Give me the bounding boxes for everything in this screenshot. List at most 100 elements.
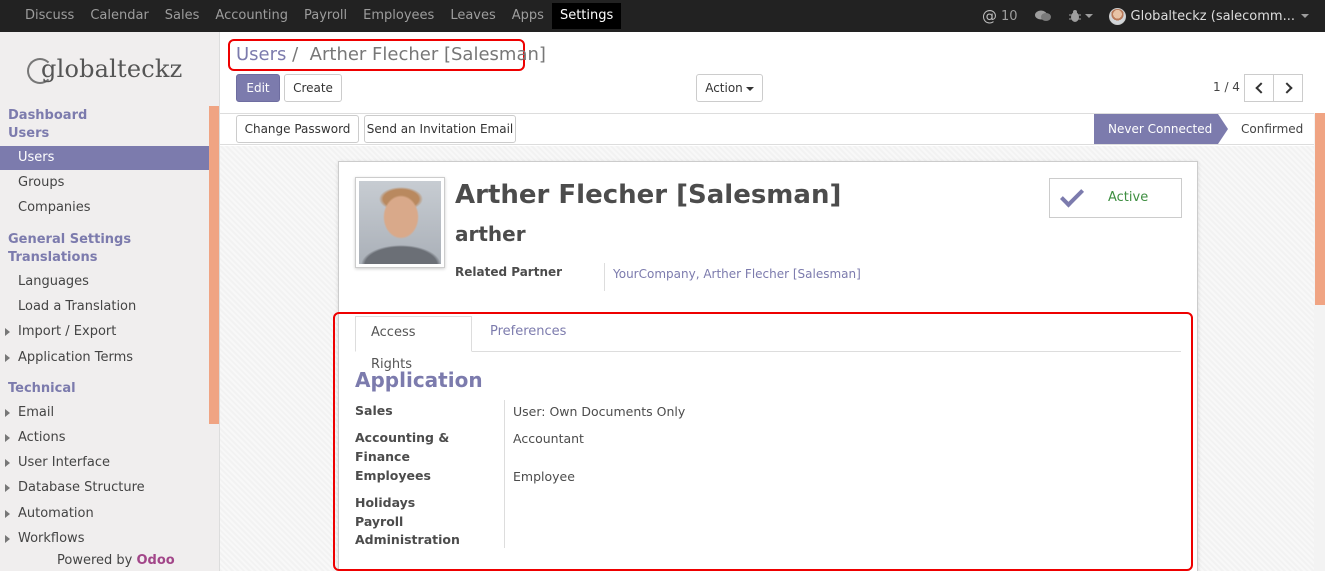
related-partner-label: Related Partner: [455, 265, 563, 279]
field-label-sales: Sales: [355, 403, 393, 418]
sidebar-item-actions[interactable]: Actions: [0, 426, 209, 450]
sidebar-item-load-translation[interactable]: Load a Translation: [0, 295, 209, 319]
sidebar-section-general-settings[interactable]: General Settings: [8, 232, 131, 247]
chevron-left-icon: [1255, 82, 1267, 94]
menu-employees[interactable]: Employees: [355, 0, 442, 32]
sidebar-item-label: Workflows: [18, 531, 85, 546]
caret-right-icon: [5, 510, 10, 518]
powered-by: Powered by Odoo: [57, 553, 175, 568]
field-value-sales[interactable]: User: Own Documents Only: [513, 404, 685, 419]
field-divider: [504, 400, 505, 548]
pager-previous-button[interactable]: [1244, 74, 1274, 102]
sidebar-item-label: Application Terms: [18, 350, 134, 365]
top-navbar: Discuss Calendar Sales Accounting Payrol…: [0, 0, 1325, 32]
breadcrumb-separator: /: [292, 44, 299, 65]
sidebar-item-label: Import / Export: [18, 324, 117, 339]
at-icon: @: [982, 7, 997, 25]
send-invitation-button[interactable]: Send an Invitation Email: [364, 115, 516, 143]
caret-right-icon: [5, 535, 10, 543]
messages-count: 10: [1001, 8, 1018, 24]
chat-icon: [1034, 10, 1051, 21]
sidebar: globalteckz Dashboard Users Users Groups…: [0, 32, 220, 571]
user-menu-button[interactable]: Globalteckz (salecomm...: [1108, 7, 1309, 25]
menu-discuss[interactable]: Discuss: [17, 0, 82, 32]
caret-right-icon: [5, 328, 10, 336]
sidebar-item-label: User Interface: [18, 455, 110, 470]
app-menu: Discuss Calendar Sales Accounting Payrol…: [17, 0, 622, 32]
menu-settings[interactable]: Settings: [551, 3, 622, 29]
section-title-application: Application: [355, 368, 483, 392]
user-login: arther: [455, 222, 526, 246]
change-password-button[interactable]: Change Password: [236, 115, 359, 143]
field-label-administration: Administration: [355, 532, 460, 547]
caret-right-icon: [5, 434, 10, 442]
sidebar-scrollbar[interactable]: [209, 106, 219, 424]
user-photo-image: [359, 181, 441, 264]
caret-right-icon: [5, 484, 10, 492]
pager-next-button[interactable]: [1273, 74, 1303, 102]
sidebar-item-database-structure[interactable]: Database Structure: [0, 476, 209, 500]
create-button[interactable]: Create: [284, 74, 342, 102]
check-icon: [1060, 183, 1085, 208]
debug-menu-button[interactable]: [1068, 9, 1093, 23]
sidebar-item-label: Languages: [18, 274, 89, 289]
field-label-employees: Employees: [355, 468, 431, 483]
edit-button[interactable]: Edit: [236, 74, 280, 102]
menu-calendar[interactable]: Calendar: [82, 0, 156, 32]
menu-accounting[interactable]: Accounting: [207, 0, 296, 32]
sidebar-item-companies[interactable]: Companies: [0, 196, 209, 220]
status-never-connected[interactable]: Never Connected: [1094, 114, 1228, 144]
tabs-highlight: [333, 312, 1193, 571]
company-logo[interactable]: globalteckz: [27, 52, 197, 92]
field-value-accounting[interactable]: Accountant: [513, 431, 584, 446]
sidebar-section-dashboard[interactable]: Dashboard: [8, 108, 87, 123]
user-photo[interactable]: [355, 177, 445, 268]
sidebar-item-workflows[interactable]: Workflows: [0, 527, 209, 551]
breadcrumb-users-link[interactable]: Users: [236, 44, 286, 65]
action-label: Action: [705, 81, 743, 95]
field-label-holidays: Holidays: [355, 495, 416, 510]
sidebar-item-groups[interactable]: Groups: [0, 171, 209, 195]
status-confirmed[interactable]: Confirmed: [1241, 114, 1303, 144]
odoo-link[interactable]: Odoo: [137, 553, 175, 568]
sidebar-item-user-interface[interactable]: User Interface: [0, 451, 209, 475]
field-value-employees[interactable]: Employee: [513, 469, 575, 484]
menu-payroll[interactable]: Payroll: [296, 0, 355, 32]
sidebar-item-label: Automation: [18, 506, 94, 521]
field-label-accounting: Accounting &: [355, 430, 450, 445]
sidebar-item-application-terms[interactable]: Application Terms: [0, 346, 209, 370]
user-label: Globalteckz (salecomm...: [1130, 8, 1295, 24]
messages-button[interactable]: @ 10: [982, 7, 1018, 25]
sidebar-item-automation[interactable]: Automation: [0, 502, 209, 526]
chevron-right-icon: [1281, 82, 1293, 94]
related-partner-link[interactable]: YourCompany, Arther Flecher [Salesman]: [613, 267, 861, 281]
action-dropdown[interactable]: Action: [696, 74, 763, 102]
sidebar-item-label: Load a Translation: [18, 299, 137, 314]
sidebar-section-translations[interactable]: Translations: [8, 250, 97, 265]
sidebar-item-label: Database Structure: [18, 480, 145, 495]
field-label-accounting-cont: Finance: [355, 449, 410, 464]
caret-right-icon: [5, 459, 10, 467]
logo-text: globalteckz: [41, 55, 183, 83]
sidebar-item-languages[interactable]: Languages: [0, 270, 209, 294]
chevron-down-icon: [1301, 14, 1309, 18]
sidebar-item-users[interactable]: Users: [0, 146, 209, 170]
sidebar-item-label: Actions: [18, 430, 66, 445]
sidebar-item-email[interactable]: Email: [0, 401, 209, 425]
user-name: Arther Flecher [Salesman]: [455, 180, 842, 210]
pager-value: 1 / 4: [1213, 80, 1240, 94]
caret-right-icon: [5, 409, 10, 417]
sidebar-section-technical[interactable]: Technical: [8, 381, 76, 396]
active-toggle-button[interactable]: Active: [1049, 178, 1182, 218]
sidebar-section-users[interactable]: Users: [8, 126, 49, 141]
sidebar-item-import-export[interactable]: Import / Export: [0, 320, 209, 344]
active-label: Active: [1108, 190, 1149, 205]
content-scrollbar[interactable]: [1314, 113, 1325, 571]
breadcrumb: Users / Arther Flecher [Salesman]: [236, 44, 546, 65]
menu-leaves[interactable]: Leaves: [442, 0, 503, 32]
menu-sales[interactable]: Sales: [157, 0, 208, 32]
sidebar-item-label: Users: [18, 150, 55, 165]
scrollbar-thumb[interactable]: [1315, 113, 1325, 305]
menu-apps[interactable]: Apps: [504, 0, 552, 32]
chat-button[interactable]: [1034, 9, 1052, 23]
